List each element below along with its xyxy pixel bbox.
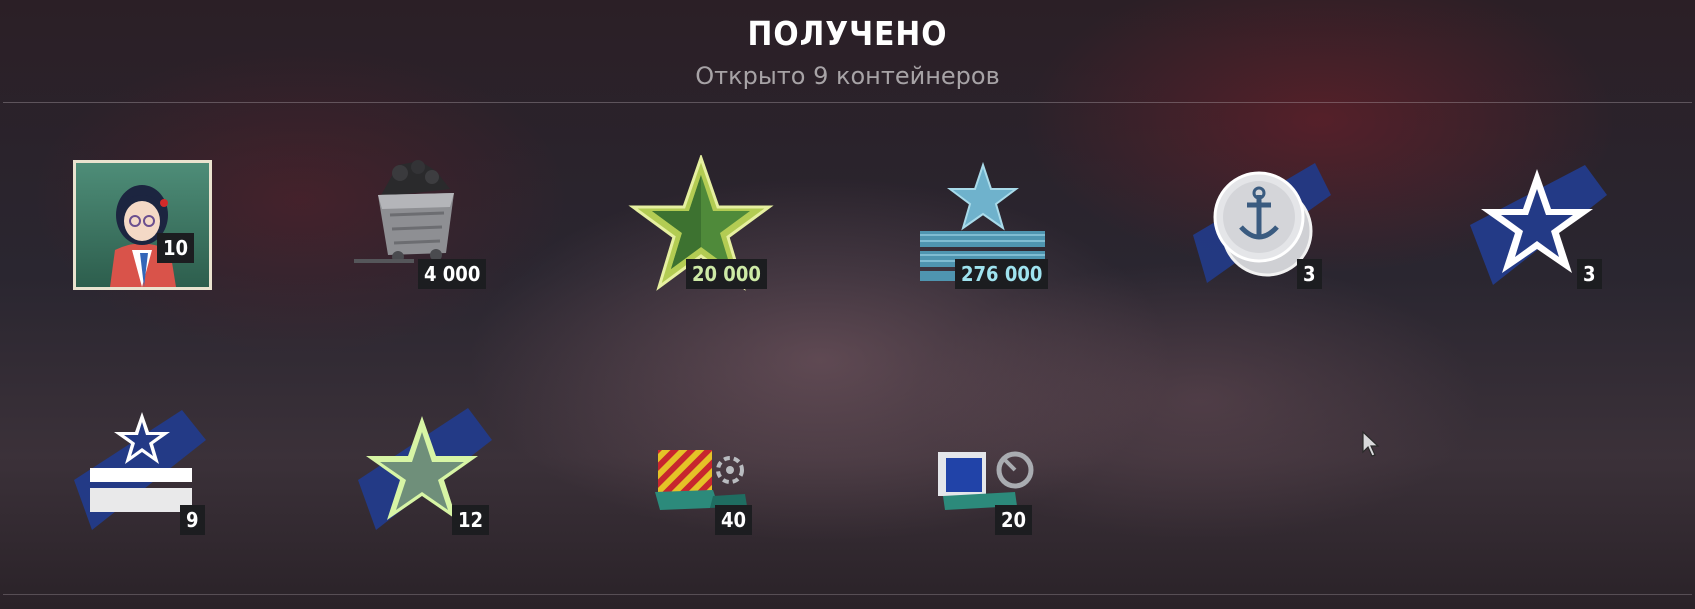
reward-item-green-star[interactable]: 12 — [352, 400, 502, 550]
reward-quantity: 10 — [157, 233, 195, 263]
reward-quantity: 9 — [180, 505, 205, 535]
reward-item-white-star[interactable]: 3 — [1465, 155, 1615, 305]
reward-item-commander-xp-boost[interactable]: 9 — [72, 400, 222, 550]
reward-quantity: 276 000 — [955, 259, 1049, 289]
reward-item-anchor-coins[interactable]: 3 — [1185, 155, 1335, 305]
reward-quantity: 20 — [995, 505, 1033, 535]
reward-quantity: 3 — [1297, 259, 1322, 289]
mouse-cursor-icon — [1362, 430, 1380, 457]
page-title: ПОЛУЧЕНО — [747, 14, 948, 53]
reward-item-camouflage[interactable]: 20 — [935, 440, 1085, 590]
containers-opened-subtitle: Открыто 9 контейнеров — [695, 62, 1000, 90]
reward-quantity: 40 — [715, 505, 753, 535]
reward-item-elite-xp[interactable]: 276 000 — [905, 155, 1055, 305]
rewards-header: ПОЛУЧЕНО Открыто 9 контейнеров — [0, 0, 1695, 103]
reward-item-signal-flag[interactable]: 40 — [655, 440, 805, 590]
reward-quantity: 4 000 — [418, 259, 487, 289]
header-divider — [3, 102, 1692, 103]
reward-quantity: 20 000 — [686, 259, 767, 289]
footer-divider — [3, 594, 1692, 595]
reward-quantity: 3 — [1577, 259, 1602, 289]
commander-portrait-icon — [73, 160, 212, 290]
reward-item-free-xp[interactable]: 20 000 — [628, 155, 778, 305]
reward-item-commander[interactable]: 10 — [70, 155, 220, 305]
reward-item-coal[interactable]: 4 000 — [350, 155, 500, 305]
reward-quantity: 12 — [452, 505, 490, 535]
